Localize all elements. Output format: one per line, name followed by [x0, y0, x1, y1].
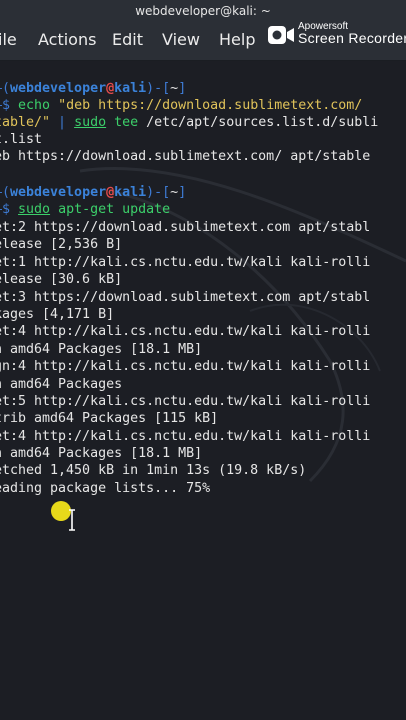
- output-line: et:5 http://kali.cs.nctu.edu.tw/kali kal…: [0, 394, 371, 409]
- menu-actions[interactable]: Actions: [38, 30, 96, 50]
- output-line: n amd64 Packages [18.1 MB]: [0, 342, 203, 357]
- output-line: gn:4 http://kali.cs.nctu.edu.tw/kali kal…: [0, 359, 371, 374]
- camera-icon: [268, 26, 294, 44]
- window-title-bar: webdeveloper@kali: ~: [0, 0, 406, 22]
- text-cursor-icon: [69, 509, 75, 531]
- output-line: elease [30.6 kB]: [0, 272, 123, 287]
- output-line: eading package lists... 75%: [0, 481, 211, 496]
- output-line-echo: eb https://download.sublimetext.com/ apt…: [0, 149, 371, 164]
- prompt-line-1: —(webdeveloper@kali)-[~]: [0, 81, 187, 96]
- command-line-1: —$ echo "deb https://download.sublimetex…: [0, 98, 363, 113]
- menu-file[interactable]: ile: [0, 30, 17, 50]
- output-line: elease [2,536 B]: [0, 237, 123, 252]
- output-line: et:2 https://download.sublimetext.com ap…: [0, 220, 371, 235]
- menu-help[interactable]: Help: [219, 30, 255, 50]
- output-line: et:4 http://kali.cs.nctu.edu.tw/kali kal…: [0, 324, 371, 339]
- output-line: kages [4,171 B]: [0, 307, 115, 322]
- window-title: webdeveloper@kali: ~: [135, 4, 271, 18]
- output-line: etched 1,450 kB in 1min 13s (19.8 kB/s): [0, 463, 307, 478]
- output-line: n amd64 Packages [18.1 MB]: [0, 446, 203, 461]
- command-line-1-cont2: t.list: [0, 132, 43, 147]
- command-line-2: —$ sudo apt-get update: [0, 202, 171, 217]
- command-line-1-cont: table/" | sudo tee /etc/apt/sources.list…: [0, 115, 379, 130]
- recorder-watermark: Apowersoft Screen Recorder: [266, 21, 406, 49]
- menu-view[interactable]: View: [162, 30, 200, 50]
- output-line: et:3 https://download.sublimetext.com ap…: [0, 290, 371, 305]
- output-line: trib amd64 Packages [115 kB]: [0, 411, 219, 426]
- prompt-line-2: —(webdeveloper@kali)-[~]: [0, 185, 187, 200]
- watermark-product: Screen Recorder: [298, 30, 406, 46]
- output-line: et:1 http://kali.cs.nctu.edu.tw/kali kal…: [0, 255, 371, 270]
- terminal-area[interactable]: —(webdeveloper@kali)-[~] —$ echo "deb ht…: [0, 61, 406, 720]
- output-line: et:4 http://kali.cs.nctu.edu.tw/kali kal…: [0, 429, 371, 444]
- output-line: n amd64 Packages: [0, 377, 123, 392]
- menu-edit[interactable]: Edit: [112, 30, 143, 50]
